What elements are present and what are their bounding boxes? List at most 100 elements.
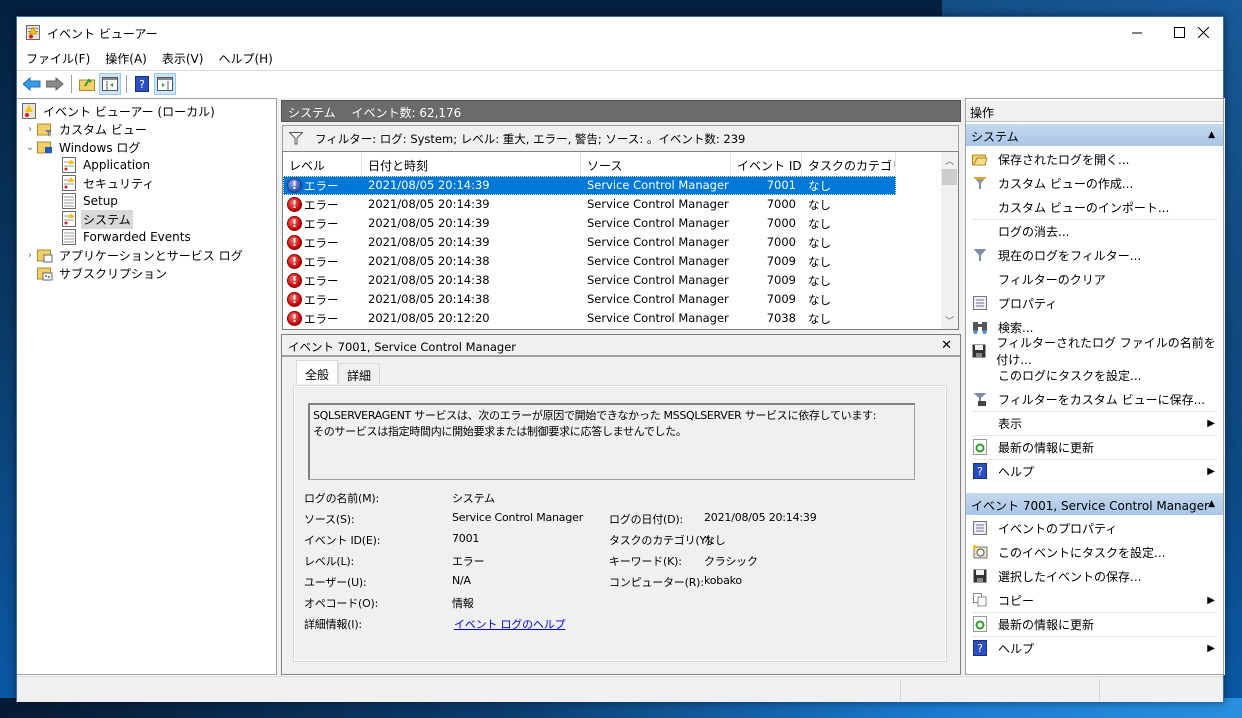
tree-item-system[interactable]: システム: [61, 209, 133, 229]
event-row[interactable]: ! エラー 2021/08/05 20:14:39 Service Control M…: [283, 233, 896, 252]
detail-tabs: 全般 詳細: [296, 360, 381, 384]
category-cell: なし: [808, 293, 831, 307]
actions-title: 操作: [966, 101, 1223, 122]
column-event-id[interactable]: イベント ID: [731, 152, 802, 176]
action-save-filter-to-custom-view[interactable]: フィルターをカスタム ビューに保存...: [966, 387, 1223, 411]
tree-item-forwarded-events[interactable]: Forwarded Events: [61, 228, 193, 246]
event-row[interactable]: ! エラー 2021/08/05 20:14:38 Service Control M…: [283, 290, 896, 309]
action-filter-current-log[interactable]: 現在のログをフィルター...: [966, 243, 1223, 267]
event-list: レベル 日付と時刻 ソース イベント ID タスクのカテゴリ ! エラー 2021/…: [282, 151, 959, 330]
datetime-cell: 2021/08/05 20:14:38: [368, 273, 490, 287]
action-view[interactable]: 表示 ▶: [966, 411, 1223, 435]
help-button[interactable]: ?: [131, 73, 153, 95]
forward-button[interactable]: [44, 73, 66, 95]
action-attach-task-to-event[interactable]: このイベントにタスクを設定...: [966, 540, 1223, 564]
task-category-label: タスクのカテゴリ(Y):: [609, 534, 714, 547]
close-button[interactable]: [1180, 17, 1226, 47]
action-create-custom-view[interactable]: カスタム ビューの作成...: [966, 171, 1223, 195]
submenu-arrow-icon: ▶: [1207, 642, 1215, 654]
event-viewer-icon: [26, 25, 40, 40]
menu-view[interactable]: 表示(V): [159, 47, 212, 69]
event-id-cell: 7009: [766, 292, 796, 306]
help-icon: ?: [135, 76, 149, 92]
computer-value: kobako: [704, 574, 742, 587]
action-copy[interactable]: コピー ▶: [966, 588, 1223, 612]
event-log-help-link[interactable]: イベント ログのヘルプ: [454, 616, 565, 632]
tree-item-application[interactable]: Application: [61, 156, 152, 174]
action-save-filtered-log[interactable]: フィルターされたログ ファイルの名前を付け...: [966, 336, 1223, 367]
action-clear-filter[interactable]: フィルターのクリア: [966, 267, 1223, 291]
scroll-thumb[interactable]: [942, 169, 957, 185]
scroll-up-icon[interactable]: ︿: [941, 152, 958, 169]
tree-root[interactable]: イベント ビューアー (ローカル): [21, 102, 217, 120]
expand-icon[interactable]: ›: [23, 246, 37, 264]
actions-group-event[interactable]: イベント 7001, Service Control Manager ▲: [966, 493, 1223, 515]
tree-item-custom-views[interactable]: › カスタム ビュー: [23, 120, 149, 138]
column-level[interactable]: レベル: [283, 152, 362, 176]
title-bar[interactable]: イベント ビューアー: [17, 17, 1223, 47]
actions-pane: 操作 システム ▲ 保存されたログを開く... カスタム ビューの作成... カスタ…: [965, 98, 1224, 675]
column-task-category[interactable]: タスクのカテゴリ: [802, 152, 896, 176]
action-import-custom-view[interactable]: カスタム ビューのインポート...: [966, 195, 1223, 219]
event-list-scrollbar[interactable]: ︿ ﹀: [941, 152, 958, 329]
action-open-saved-log[interactable]: 保存されたログを開く...: [966, 147, 1223, 171]
action-help[interactable]: ? ヘルプ ▶: [966, 459, 1223, 483]
event-id-value: 7001: [452, 532, 480, 545]
action-refresh-event[interactable]: 最新の情報に更新: [966, 612, 1223, 636]
event-message[interactable]: SQLSERVERAGENT サービスは、次のエラーが原因で開始できなかった M…: [308, 403, 915, 480]
level-cell: ! エラー: [283, 214, 362, 233]
event-row[interactable]: ! エラー 2021/08/05 20:14:38 Service Control M…: [283, 271, 896, 290]
action-clear-log[interactable]: ログの消去...: [966, 219, 1223, 243]
column-source[interactable]: ソース: [581, 152, 731, 176]
collapse-icon[interactable]: ▲: [1208, 130, 1215, 140]
event-row[interactable]: ! エラー 2021/08/05 20:14:38 Service Control M…: [283, 252, 896, 271]
event-row[interactable]: ! エラー 2021/08/05 20:12:20 Service Control M…: [283, 309, 896, 328]
action-refresh[interactable]: 最新の情報に更新: [966, 435, 1223, 459]
svg-text:?: ?: [977, 642, 983, 655]
up-folder-button[interactable]: [76, 73, 98, 95]
tree-item-windows-logs[interactable]: ⌄ Windows ログ: [23, 138, 142, 156]
action-event-properties[interactable]: イベントのプロパティ: [966, 516, 1223, 540]
event-row[interactable]: ! エラー 2021/08/05 20:14:39 Service Control M…: [283, 176, 896, 195]
expand-icon[interactable]: ›: [23, 120, 37, 138]
collapse-icon[interactable]: ⌄: [23, 138, 37, 156]
action-attach-task-to-log[interactable]: このログにタスクを設定...: [966, 363, 1223, 387]
blank-icon: [972, 415, 988, 431]
back-icon: [23, 77, 41, 91]
tree-item-setup[interactable]: Setup: [61, 192, 120, 210]
column-datetime[interactable]: 日付と時刻: [362, 152, 581, 176]
collapse-icon[interactable]: ▲: [1208, 499, 1215, 509]
tab-general[interactable]: 全般: [296, 360, 339, 384]
close-icon: [1197, 26, 1209, 38]
scroll-down-icon[interactable]: ﹀: [941, 312, 958, 329]
show-hide-actions-icon: [157, 77, 173, 91]
show-hide-tree-button[interactable]: [99, 73, 121, 95]
properties-icon: [972, 295, 988, 311]
close-detail-icon[interactable]: ✕: [941, 338, 952, 353]
tree-item-security[interactable]: セキュリティ: [61, 174, 156, 192]
menu-help[interactable]: ヘルプ(H): [215, 47, 280, 69]
filter-icon: [289, 132, 303, 145]
menu-file[interactable]: ファイル(F): [23, 47, 98, 69]
show-hide-actions-button[interactable]: [154, 73, 176, 95]
category-cell: なし: [808, 236, 831, 250]
event-row[interactable]: ! エラー 2021/08/05 20:14:39 Service Control M…: [283, 195, 896, 214]
tree-item-app-service-logs[interactable]: › アプリケーションとサービス ログ: [23, 246, 245, 264]
tree-item-subscriptions[interactable]: サブスクリプション: [37, 264, 169, 282]
actions-group-system[interactable]: システム ▲: [966, 124, 1223, 146]
general-tab-body: SQLSERVERAGENT サービスは、次のエラーが原因で開始できなかった M…: [293, 385, 947, 662]
minimize-button[interactable]: [1114, 17, 1160, 47]
action-help-event[interactable]: ? ヘルプ ▶: [966, 636, 1223, 660]
log-name: システム: [288, 106, 336, 120]
error-icon: !: [287, 292, 302, 307]
action-save-selected-events[interactable]: 選択したイベントの保存...: [966, 564, 1223, 588]
menu-action[interactable]: 操作(A): [102, 47, 155, 69]
back-button[interactable]: [21, 73, 43, 95]
action-properties[interactable]: プロパティ: [966, 291, 1223, 315]
event-id-cell: 7000: [766, 235, 796, 249]
tab-details[interactable]: 詳細: [338, 363, 381, 384]
show-hide-tree-icon: [102, 77, 118, 91]
event-row[interactable]: ! エラー 2021/08/05 20:14:39 Service Control M…: [283, 214, 896, 233]
datetime-cell: 2021/08/05 20:14:39: [368, 197, 490, 211]
log-header: システム イベント数: 62,176: [281, 100, 961, 122]
